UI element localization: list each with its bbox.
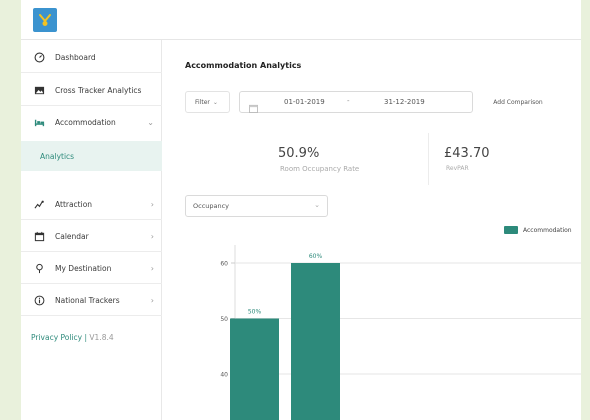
page-title: Accommodation Analytics <box>185 61 302 70</box>
version-label: V1.8.4 <box>89 333 114 342</box>
sidebar-item-my-destination[interactable]: My Destination › <box>21 253 162 284</box>
calendar-icon <box>33 230 45 242</box>
bar-data-label: 50% <box>248 309 262 316</box>
revpar-value: £43.70 <box>444 146 490 161</box>
chevron-right-icon: › <box>150 263 154 273</box>
sidebar-item-accommodation[interactable]: Accommodation ⌄ <box>21 107 162 138</box>
date-separator: - <box>347 97 350 105</box>
bar-data-label: 60% <box>309 253 323 260</box>
sidebar-item-label: Dashboard <box>55 52 96 62</box>
app-window: Dashboard Cross Tracker Analytics Accomm… <box>21 0 581 420</box>
info-icon <box>33 294 45 306</box>
y-tick-label: 50 <box>220 316 228 323</box>
bar <box>291 263 340 420</box>
occupancy-rate-label: Room Occupancy Rate <box>280 165 360 173</box>
sidebar-item-label: Calendar <box>55 231 89 241</box>
metric-select-value: Occupancy <box>193 202 230 210</box>
add-comparison-button[interactable]: Add Comparison <box>481 91 555 113</box>
sidebar-subitem-analytics[interactable]: Analytics <box>21 141 162 171</box>
chevron-down-icon: ⌄ <box>212 98 218 106</box>
legend-label: Accommodation <box>523 226 572 234</box>
chevron-right-icon: › <box>150 295 154 305</box>
y-tick-label: 40 <box>220 372 228 379</box>
dashboard-icon <box>33 51 45 63</box>
date-range-picker[interactable]: 01-01-2019 - 31-12-2019 <box>239 91 473 113</box>
calendar-icon <box>249 98 258 113</box>
sidebar-item-dashboard[interactable]: Dashboard <box>21 42 162 73</box>
sidebar-item-attraction[interactable]: Attraction › <box>21 189 162 220</box>
privacy-policy-link[interactable]: Privacy Policy | <box>31 333 87 342</box>
logo[interactable] <box>33 8 57 32</box>
date-to[interactable]: 31-12-2019 <box>384 98 425 106</box>
map-pin-icon <box>33 262 45 274</box>
bed-icon <box>33 117 45 129</box>
sidebar-item-label: Accommodation <box>55 118 116 127</box>
legend-swatch <box>504 226 518 234</box>
metric-select[interactable]: Occupancy ⌄ <box>185 195 328 217</box>
chevron-right-icon: › <box>150 231 154 241</box>
bar <box>230 318 279 420</box>
sidebar-item-label: Attraction <box>55 199 93 209</box>
attraction-icon <box>33 198 45 210</box>
revpar-label: RevPAR <box>446 165 469 172</box>
main-content: Accommodation Analytics Filter ⌄ 01-01-2… <box>163 40 581 420</box>
occupancy-rate-value: 50.9% <box>278 146 320 161</box>
sidebar-subitem-label: Analytics <box>40 151 75 161</box>
chevron-down-icon: ⌄ <box>147 118 154 127</box>
date-from[interactable]: 01-01-2019 <box>284 98 325 106</box>
sidebar-item-calendar[interactable]: Calendar › <box>21 221 162 252</box>
sidebar-item-label: Cross Tracker Analytics <box>55 85 142 95</box>
sidebar: Dashboard Cross Tracker Analytics Accomm… <box>21 40 162 420</box>
stat-divider <box>428 133 429 185</box>
top-bar <box>21 0 581 40</box>
sidebar-item-national-trackers[interactable]: National Trackers › <box>21 285 162 316</box>
sidebar-footer: Privacy Policy | V1.8.4 <box>31 333 114 342</box>
image-icon <box>33 84 45 96</box>
sidebar-item-cross-tracker-analytics[interactable]: Cross Tracker Analytics <box>21 75 162 106</box>
chevron-right-icon: › <box>150 199 154 209</box>
filter-button[interactable]: Filter ⌄ <box>185 91 230 113</box>
logo-icon <box>39 14 51 26</box>
sidebar-item-label: My Destination <box>55 263 112 273</box>
chevron-down-icon: ⌄ <box>314 201 320 209</box>
occupancy-bar-chart: 40 50 60 50% 60% <box>220 245 581 420</box>
filter-label: Filter <box>195 98 210 106</box>
sidebar-item-label: National Trackers <box>55 295 120 305</box>
chart-legend: Accommodation <box>504 226 572 234</box>
y-tick-label: 60 <box>220 261 228 268</box>
